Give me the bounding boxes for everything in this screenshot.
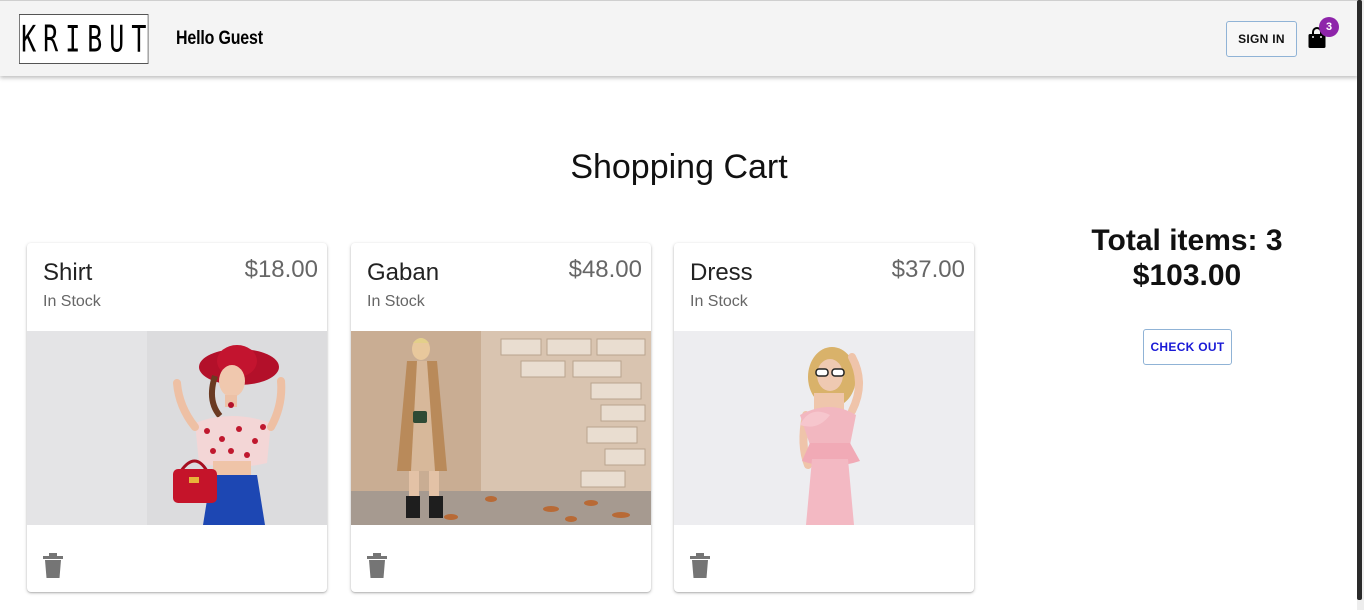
cart-item-card: Dress $37.00 In Stock: [674, 243, 974, 592]
total-items-count: Total items: 3: [1091, 224, 1283, 257]
delete-item-icon[interactable]: [689, 553, 711, 579]
delete-item-icon[interactable]: [366, 553, 388, 579]
greeting-text: Hello Guest: [176, 28, 263, 49]
total-price: $103.00: [1132, 259, 1242, 292]
cart-item-card: Shirt $18.00 In Stock: [27, 243, 327, 592]
delete-item-icon[interactable]: [42, 553, 64, 579]
item-name: Shirt: [43, 259, 93, 286]
cart-count-badge: 3: [1319, 17, 1339, 37]
item-stock-status: In Stock: [690, 293, 748, 310]
item-price: $48.00: [568, 256, 642, 283]
sign-in-button[interactable]: SIGN IN: [1226, 21, 1297, 57]
brand-logo[interactable]: KRIBUT: [19, 14, 149, 64]
item-price: $37.00: [891, 256, 965, 283]
item-name: Dress: [690, 259, 753, 286]
item-stock-status: In Stock: [367, 293, 425, 310]
check-out-button[interactable]: CHECK OUT: [1143, 329, 1232, 365]
top-navbar: KRIBUT Hello Guest SIGN IN 3: [0, 0, 1358, 76]
item-image: [674, 331, 974, 525]
item-price: $18.00: [244, 256, 318, 283]
page-title: Shopping Cart: [570, 148, 788, 186]
item-image: [27, 331, 327, 525]
item-name: Gaban: [367, 259, 440, 286]
cart-item-card: Gaban $48.00 In Stock: [351, 243, 651, 592]
item-stock-status: In Stock: [43, 293, 101, 310]
item-image: [351, 331, 651, 525]
scrollbar-thumb[interactable]: [1357, 0, 1362, 600]
